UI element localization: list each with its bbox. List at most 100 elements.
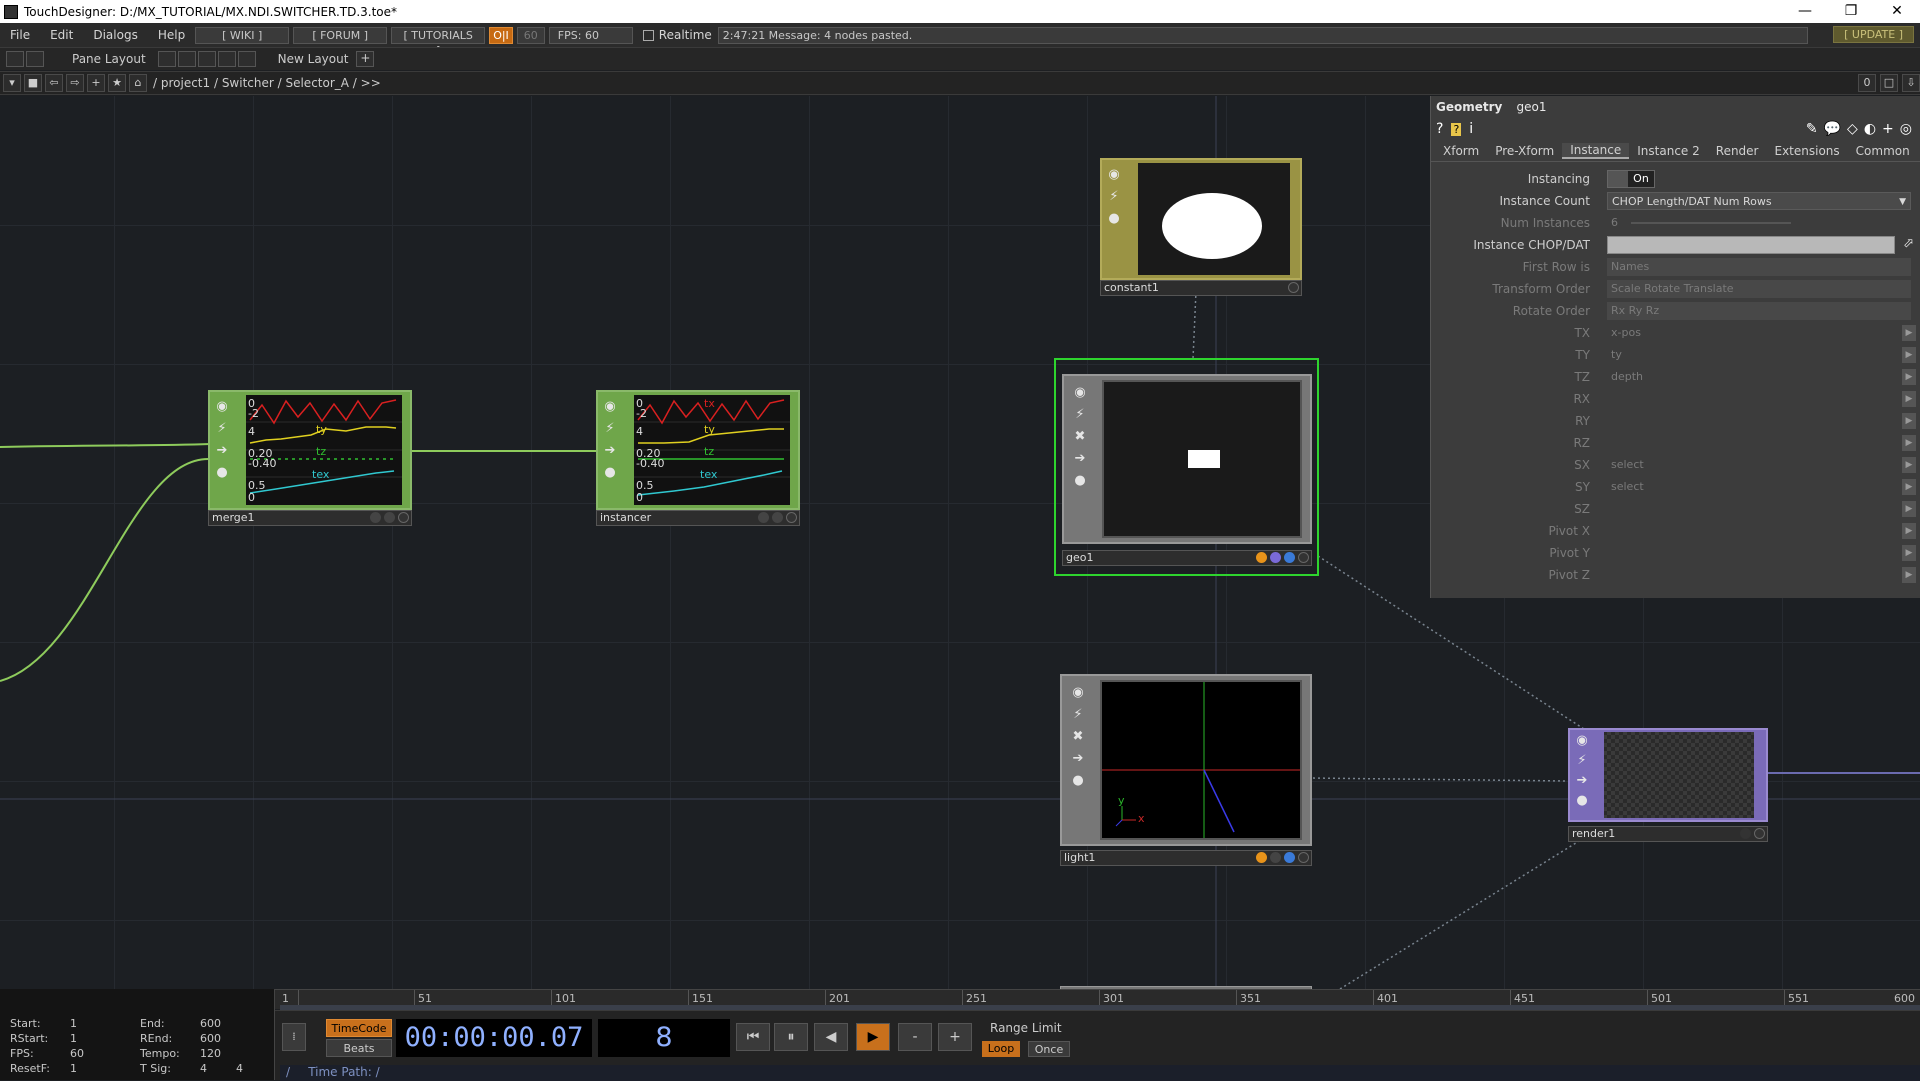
help-icon[interactable]: ? <box>1436 121 1443 137</box>
rz-value[interactable] <box>1607 434 1611 452</box>
tempo-value[interactable]: 120 <box>200 1047 221 1060</box>
play-arrow-icon[interactable]: ▶ <box>1902 413 1916 429</box>
play-forward-icon[interactable]: ▶ <box>856 1023 890 1051</box>
tab-xform[interactable]: Xform <box>1435 144 1487 158</box>
play-arrow-icon[interactable]: ▶ <box>1902 325 1916 341</box>
wiki-button[interactable]: [ WIKI ] <box>195 26 290 44</box>
constant1-node[interactable]: ◉ ⚡ ● constant1 <box>1100 158 1302 298</box>
param-op-name[interactable]: geo1 <box>1517 100 1547 114</box>
menu-file[interactable]: File <box>0 28 40 42</box>
oi-toggle[interactable]: O|I <box>489 26 513 44</box>
viewer-toggle-icon[interactable]: ◉ <box>1071 384 1089 402</box>
layout-split-vertical-button[interactable] <box>177 51 196 67</box>
fps-target-field[interactable]: 60 <box>516 26 545 44</box>
info-icon[interactable]: i <box>1469 121 1473 137</box>
output-arrow-icon[interactable]: ➔ <box>601 442 619 460</box>
python-help-icon[interactable]: ? <box>1451 122 1462 136</box>
transform-order-dropdown[interactable]: Scale Rotate Translate <box>1607 280 1911 298</box>
network-path[interactable]: / project1 / Switcher / Selector_A / >> <box>153 76 381 90</box>
viewer-toggle-icon[interactable]: ◉ <box>601 398 619 416</box>
menu-edit[interactable]: Edit <box>40 28 83 42</box>
minimize-button[interactable]: — <box>1782 0 1828 23</box>
fps-value[interactable]: 60 <box>70 1047 84 1060</box>
comment-icon[interactable]: 💬 <box>1824 121 1841 137</box>
merge1-label[interactable]: merge1 <box>208 510 412 526</box>
sz-value[interactable] <box>1607 500 1611 518</box>
tag-icon[interactable]: ◇ <box>1847 121 1858 137</box>
add-icon[interactable] <box>1298 852 1309 863</box>
beats-toggle[interactable]: Beats <box>326 1039 392 1057</box>
pause-icon[interactable]: ⏸ <box>774 1023 808 1051</box>
output-arrow-icon[interactable]: ➔ <box>1071 450 1089 468</box>
ty-value[interactable]: ty <box>1607 346 1622 364</box>
output-arrow-icon[interactable]: ➔ <box>1069 750 1087 768</box>
rstart-value[interactable]: 1 <box>70 1032 77 1045</box>
pivot-y-value[interactable] <box>1607 544 1611 562</box>
forum-button[interactable]: [ FORUM ] <box>293 26 388 44</box>
instancer-label[interactable]: instancer <box>596 510 800 526</box>
add-icon[interactable] <box>786 512 797 523</box>
pickable-flag-dot[interactable] <box>1284 552 1295 563</box>
render-flag-dot[interactable] <box>1256 852 1267 863</box>
start-value[interactable]: 1 <box>70 1017 77 1030</box>
merge1-node[interactable]: ◉ ⚡ ➔ ● ty tz tex 0 -2 4 0.20 -0.40 0.5 … <box>208 390 412 530</box>
sx-value[interactable]: select <box>1607 456 1644 474</box>
forward-icon[interactable]: ⇨ <box>66 74 84 92</box>
rx-value[interactable] <box>1607 390 1611 408</box>
bypass-icon[interactable]: ⚡ <box>1105 188 1123 206</box>
viewer-toggle-icon[interactable]: ◉ <box>1069 684 1087 702</box>
rotate-order-dropdown[interactable]: Rx Ry Rz <box>1607 302 1911 320</box>
update-button[interactable]: [ UPDATE ] <box>1833 26 1914 43</box>
timeline-options-icon[interactable]: ⁞ <box>282 1023 306 1051</box>
add-icon[interactable] <box>1754 828 1765 839</box>
layout-four-button[interactable] <box>237 51 256 67</box>
current-frame-display[interactable]: 8 <box>598 1019 730 1057</box>
play-arrow-icon[interactable]: ▶ <box>1902 479 1916 495</box>
output-arrow-icon[interactable]: ➔ <box>1573 772 1591 790</box>
flag-dot[interactable] <box>384 512 395 523</box>
tz-value[interactable]: depth <box>1607 368 1643 386</box>
play-arrow-icon[interactable]: ▶ <box>1902 435 1916 451</box>
back-icon[interactable]: ⇦ <box>45 74 63 92</box>
menu-dialogs[interactable]: Dialogs <box>83 28 147 42</box>
sy-value[interactable]: select <box>1607 478 1644 496</box>
bypass-icon[interactable]: ⚡ <box>1573 752 1591 770</box>
add-icon[interactable]: + <box>1882 121 1894 137</box>
bypass-icon[interactable]: ⚡ <box>1071 406 1089 424</box>
tab-instance-2[interactable]: Instance 2 <box>1629 144 1708 158</box>
close-button[interactable]: ✕ <box>1874 0 1920 23</box>
flag-dot[interactable] <box>1740 828 1751 839</box>
rend-value[interactable]: 600 <box>200 1032 221 1045</box>
tsig-denominator[interactable]: 4 <box>236 1062 243 1075</box>
bypass-icon[interactable]: ⚡ <box>213 420 231 438</box>
ry-value[interactable] <box>1607 412 1611 430</box>
render1-node[interactable]: ◉ ⚡ ➔ ● render1 <box>1568 728 1768 842</box>
chevron-down-icon[interactable]: ▾ <box>3 74 21 92</box>
lock-icon[interactable]: ● <box>1071 472 1089 490</box>
edit-icon[interactable]: ✎ <box>1806 121 1818 137</box>
restore-button[interactable]: ❐ <box>1828 0 1874 23</box>
home-icon[interactable]: ⌂ <box>129 74 147 92</box>
add-icon[interactable] <box>1288 282 1299 293</box>
geo1-label[interactable]: geo1 <box>1062 550 1312 566</box>
tsig-numerator[interactable]: 4 <box>200 1062 207 1075</box>
python-icon[interactable]: ◐ <box>1864 121 1876 137</box>
tx-value[interactable]: x-pos <box>1607 324 1641 342</box>
tab-instance[interactable]: Instance <box>1562 142 1630 159</box>
step-back-button[interactable]: - <box>898 1023 932 1051</box>
display-flag-dot[interactable] <box>1270 852 1281 863</box>
play-arrow-icon[interactable]: ▶ <box>1902 567 1916 583</box>
instance-count-dropdown[interactable]: CHOP Length/DAT Num Rows ▼ <box>1607 192 1911 210</box>
maximize-pane-icon[interactable]: □ <box>1880 74 1898 92</box>
pointer-icon[interactable]: ⬀ <box>1903 236 1914 251</box>
lock-icon[interactable]: ● <box>1573 792 1591 810</box>
flag-dot[interactable] <box>772 512 783 523</box>
lock-icon[interactable]: ● <box>213 464 231 482</box>
network-editor[interactable]: ◉ ⚡ ➔ ● ty tz tex 0 -2 4 0.20 -0.40 0.5 … <box>0 96 1920 989</box>
layout-single-button[interactable] <box>157 51 176 67</box>
realtime-checkbox[interactable] <box>642 29 654 41</box>
play-arrow-icon[interactable]: ▶ <box>1902 391 1916 407</box>
tab-common[interactable]: Common <box>1848 144 1918 158</box>
geo1-node[interactable]: ◉ ⚡ ✖ ➔ ● geo1 <box>1054 358 1319 576</box>
play-arrow-icon[interactable]: ▶ <box>1902 347 1916 363</box>
